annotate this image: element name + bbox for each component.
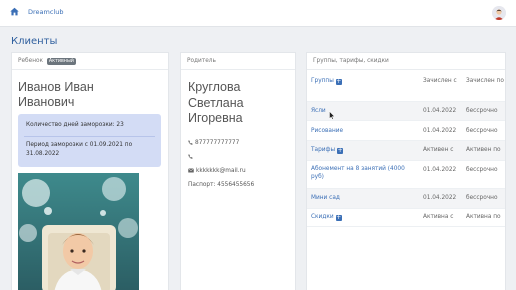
brand-link[interactable]: Dreamclub bbox=[28, 8, 63, 16]
parent-card: Родитель Круглова Светлана Игоревна 8777… bbox=[180, 52, 296, 290]
child-card-title: Ребенок bbox=[18, 58, 44, 64]
active-from: 01.04.2022 bbox=[423, 195, 457, 201]
groups-section-label: Группы + bbox=[311, 78, 342, 85]
enrolled-to: бессрочно bbox=[466, 128, 498, 134]
add-discount-button[interactable]: + bbox=[335, 215, 342, 221]
child-name-line2: Иванович bbox=[18, 95, 75, 109]
child-name-line1: Иванов Иван bbox=[18, 80, 94, 94]
tariffs-header-row: Тарифы + Активен с Активен по bbox=[307, 141, 505, 161]
phone-1-value[interactable]: 877777777777 bbox=[195, 140, 239, 146]
enrolled-to: бессрочно bbox=[466, 108, 498, 114]
enrolled-from: 01.04.2022 bbox=[423, 128, 457, 134]
parent-phone-2 bbox=[188, 154, 195, 160]
mouse-cursor-icon bbox=[329, 111, 335, 120]
freeze-period-line2: 31.08.2022 bbox=[26, 151, 60, 157]
add-group-button[interactable]: + bbox=[335, 79, 342, 85]
parent-phone-1: 877777777777 bbox=[188, 140, 239, 146]
groups-card-header: Группы, тарифы, скидки bbox=[307, 53, 505, 70]
enrolled-from: 01.04.2022 bbox=[423, 108, 457, 114]
parent-email: kkkkkkk@mail.ru bbox=[188, 168, 246, 174]
col-discount-from: Активна с bbox=[423, 214, 454, 220]
active-to: бессрочно bbox=[466, 167, 498, 173]
top-navbar: Dreamclub bbox=[0, 0, 516, 27]
col-active-from: Активен с bbox=[423, 147, 454, 153]
page-title: Клиенты bbox=[11, 36, 58, 47]
envelope-icon bbox=[188, 168, 194, 173]
child-full-name: Иванов Иван Иванович bbox=[18, 80, 94, 110]
child-photo bbox=[18, 173, 139, 290]
freeze-info-box: Количество дней заморозки: 23 Период зам… bbox=[18, 114, 161, 167]
table-row: Ясли 01.04.2022 бессрочно bbox=[307, 102, 505, 121]
group-name-link[interactable]: Ясли bbox=[311, 108, 326, 114]
col-active-to: Активен по bbox=[466, 147, 501, 153]
parent-name-line1: Круглова bbox=[188, 80, 241, 94]
phone-icon bbox=[188, 140, 193, 145]
phone-icon bbox=[188, 154, 193, 159]
table-row: Рисование 01.04.2022 бессрочно bbox=[307, 121, 505, 141]
parent-passport: Паспорт: 4556455656 bbox=[188, 182, 255, 188]
table-row: Абонемент на 8 занятий (4000 руб) 01.04.2… bbox=[307, 161, 505, 189]
parent-full-name: Круглова Светлана Игоревна bbox=[188, 80, 244, 127]
email-value[interactable]: kkkkkkk@mail.ru bbox=[196, 168, 246, 174]
table-row: Мини сад 01.04.2022 бессрочно bbox=[307, 189, 505, 209]
freeze-divider bbox=[24, 136, 155, 137]
discounts-header-row: Скидки + Активна с Активна по bbox=[307, 209, 505, 227]
active-to: бессрочно bbox=[466, 195, 498, 201]
parent-name-line3: Игоревна bbox=[188, 111, 243, 125]
groups-card-title: Группы, тарифы, скидки bbox=[313, 58, 389, 64]
tariff-name-link[interactable]: Абонемент на 8 занятий (4000 руб) bbox=[311, 165, 405, 181]
freeze-period-line1: Период заморозки с 01.09.2021 по bbox=[26, 142, 133, 148]
add-tariff-button[interactable]: + bbox=[337, 148, 344, 154]
child-card: Ребенок Активный Иванов Иван Иванович Ко… bbox=[11, 52, 169, 290]
col-enrolled-to: Зачислен по bbox=[466, 78, 504, 84]
status-badge: Активный bbox=[46, 58, 76, 65]
child-card-header: Ребенок Активный bbox=[12, 53, 168, 70]
parent-card-header: Родитель bbox=[181, 53, 295, 70]
active-from: 01.04.2022 bbox=[423, 167, 457, 173]
parent-card-title: Родитель bbox=[187, 58, 216, 64]
groups-tariffs-card: Группы, тарифы, скидки Группы + Зачислен … bbox=[306, 52, 506, 290]
discounts-section-label: Скидки + bbox=[311, 214, 342, 221]
groups-header-row: Группы + Зачислен с Зачислен по bbox=[307, 70, 505, 102]
tariff-name-link[interactable]: Мини сад bbox=[311, 195, 340, 201]
group-name-link[interactable]: Рисование bbox=[311, 128, 343, 134]
freeze-days: Количество дней заморозки: 23 bbox=[26, 122, 124, 128]
col-enrolled-from: Зачислен с bbox=[423, 78, 457, 84]
user-avatar[interactable] bbox=[492, 6, 506, 20]
col-discount-to: Активна по bbox=[466, 214, 501, 220]
home-icon[interactable] bbox=[10, 7, 19, 16]
parent-name-line2: Светлана bbox=[188, 95, 244, 110]
tariffs-section-label: Тарифы + bbox=[311, 147, 344, 154]
